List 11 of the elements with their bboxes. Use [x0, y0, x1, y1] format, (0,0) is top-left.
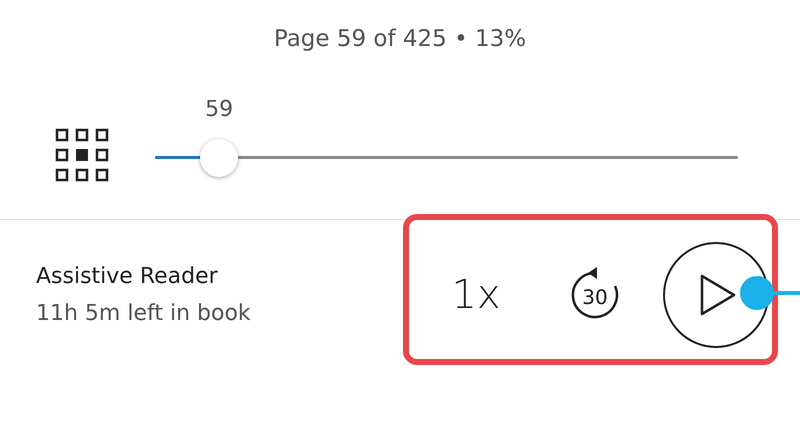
grid-icon[interactable] [55, 128, 109, 182]
speed-button[interactable]: 1x [446, 272, 506, 318]
slider-track[interactable] [155, 156, 738, 158]
time-left: 11h 5m left in book [36, 301, 252, 326]
reader-title: Assistive Reader [36, 264, 219, 289]
play-button[interactable] [662, 241, 770, 349]
slider-thumb[interactable] [200, 138, 238, 176]
slider-value: 59 [205, 96, 234, 122]
progress-dot [740, 276, 774, 310]
skip-back-button[interactable]: 30 [566, 266, 624, 324]
page-status: Page 59 of 425 • 13% [274, 26, 526, 52]
